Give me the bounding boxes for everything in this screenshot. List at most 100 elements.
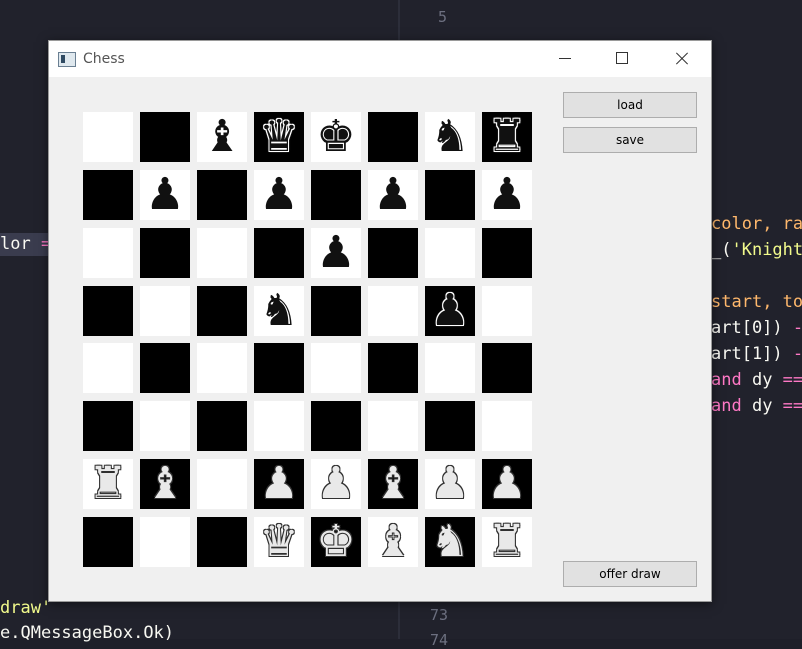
square-a6[interactable] <box>83 228 133 278</box>
square-h4[interactable] <box>482 343 532 393</box>
window-titlebar[interactable]: Chess <box>49 41 711 77</box>
editor-left-line-1[interactable]: lor = <box>0 234 51 254</box>
square-f8[interactable] <box>368 112 418 162</box>
black-knight-icon[interactable]: ♞ <box>259 285 298 336</box>
square-g6[interactable] <box>425 228 475 278</box>
square-g1[interactable]: ♞ <box>425 517 475 567</box>
offer-draw-button[interactable]: offer draw <box>563 561 697 587</box>
square-a4[interactable] <box>83 343 133 393</box>
black-knight-icon[interactable]: ♞ <box>430 111 469 162</box>
square-e1[interactable]: ♚ <box>311 517 361 567</box>
editor-right-line[interactable]: _('Knight <box>711 240 802 260</box>
square-c6[interactable] <box>197 228 247 278</box>
black-pawn-icon[interactable]: ♟ <box>487 169 526 220</box>
square-g4[interactable] <box>425 343 475 393</box>
white-rook-icon[interactable]: ♜ <box>487 516 526 567</box>
square-b4[interactable] <box>140 343 190 393</box>
square-a5[interactable] <box>83 286 133 336</box>
editor-right-line[interactable]: art[0]) - <box>711 318 802 338</box>
square-d1[interactable]: ♛ <box>254 517 304 567</box>
square-e2[interactable]: ♟ <box>311 459 361 509</box>
square-a8[interactable] <box>83 112 133 162</box>
square-h2[interactable]: ♟ <box>482 459 532 509</box>
square-b8[interactable] <box>140 112 190 162</box>
square-h7[interactable]: ♟ <box>482 170 532 220</box>
white-pawn-icon[interactable]: ♟ <box>259 458 298 509</box>
white-pawn-icon[interactable]: ♟ <box>430 458 469 509</box>
square-e3[interactable] <box>311 401 361 451</box>
square-e6[interactable]: ♟ <box>311 228 361 278</box>
square-g3[interactable] <box>425 401 475 451</box>
square-c3[interactable] <box>197 401 247 451</box>
square-e7[interactable] <box>311 170 361 220</box>
square-d3[interactable] <box>254 401 304 451</box>
square-d8[interactable]: ♛ <box>254 112 304 162</box>
white-pawn-icon[interactable]: ♟ <box>487 458 526 509</box>
square-c1[interactable] <box>197 517 247 567</box>
square-e4[interactable] <box>311 343 361 393</box>
white-bishop-icon[interactable]: ♝ <box>373 516 412 567</box>
black-rook-icon[interactable]: ♜ <box>487 111 526 162</box>
square-f7[interactable]: ♟ <box>368 170 418 220</box>
square-g5[interactable]: ♟ <box>425 286 475 336</box>
square-d2[interactable]: ♟ <box>254 459 304 509</box>
square-c5[interactable] <box>197 286 247 336</box>
editor-right-line[interactable]: color, ra <box>711 214 802 234</box>
square-f5[interactable] <box>368 286 418 336</box>
square-h8[interactable]: ♜ <box>482 112 532 162</box>
square-a2[interactable]: ♜ <box>83 459 133 509</box>
editor-left-line-3[interactable]: e.QMessageBox.Ok) <box>0 623 174 643</box>
square-b6[interactable] <box>140 228 190 278</box>
square-d6[interactable] <box>254 228 304 278</box>
white-queen-icon[interactable]: ♛ <box>259 516 298 567</box>
editor-right-line[interactable]: and dy == <box>711 396 802 416</box>
square-f1[interactable]: ♝ <box>368 517 418 567</box>
square-h5[interactable] <box>482 286 532 336</box>
square-h1[interactable]: ♜ <box>482 517 532 567</box>
black-pawn-icon[interactable]: ♟ <box>430 285 469 336</box>
square-a3[interactable] <box>83 401 133 451</box>
square-d7[interactable]: ♟ <box>254 170 304 220</box>
square-c7[interactable] <box>197 170 247 220</box>
square-d4[interactable] <box>254 343 304 393</box>
black-bishop-icon[interactable]: ♝ <box>202 111 241 162</box>
black-pawn-icon[interactable]: ♟ <box>259 169 298 220</box>
square-f4[interactable] <box>368 343 418 393</box>
editor-right-line[interactable]: art[1]) - <box>711 344 802 364</box>
square-d5[interactable]: ♞ <box>254 286 304 336</box>
black-queen-icon[interactable]: ♛ <box>259 111 298 162</box>
square-h6[interactable] <box>482 228 532 278</box>
close-icon[interactable] <box>658 41 704 77</box>
square-e5[interactable] <box>311 286 361 336</box>
editor-left-line-2[interactable]: draw' <box>0 598 51 618</box>
square-g7[interactable] <box>425 170 475 220</box>
square-c2[interactable] <box>197 459 247 509</box>
square-c4[interactable] <box>197 343 247 393</box>
square-c8[interactable]: ♝ <box>197 112 247 162</box>
square-f6[interactable] <box>368 228 418 278</box>
black-king-icon[interactable]: ♚ <box>316 111 355 162</box>
white-bishop-icon[interactable]: ♝ <box>145 458 184 509</box>
white-king-icon[interactable]: ♚ <box>316 516 355 567</box>
black-pawn-icon[interactable]: ♟ <box>145 169 184 220</box>
black-pawn-icon[interactable]: ♟ <box>316 227 355 278</box>
load-button[interactable]: load <box>563 92 697 118</box>
editor-right-line[interactable]: and dy == <box>711 370 802 390</box>
white-rook-icon[interactable]: ♜ <box>88 458 127 509</box>
save-button[interactable]: save <box>563 127 697 153</box>
white-knight-icon[interactable]: ♞ <box>430 516 469 567</box>
square-g8[interactable]: ♞ <box>425 112 475 162</box>
editor-right-line[interactable]: start, to <box>711 292 802 312</box>
square-b3[interactable] <box>140 401 190 451</box>
square-b7[interactable]: ♟ <box>140 170 190 220</box>
square-b1[interactable] <box>140 517 190 567</box>
square-b5[interactable] <box>140 286 190 336</box>
square-a1[interactable] <box>83 517 133 567</box>
minimize-icon[interactable] <box>542 41 588 77</box>
black-pawn-icon[interactable]: ♟ <box>373 169 412 220</box>
square-a7[interactable] <box>83 170 133 220</box>
white-bishop-icon[interactable]: ♝ <box>373 458 412 509</box>
square-f3[interactable] <box>368 401 418 451</box>
square-g2[interactable]: ♟ <box>425 459 475 509</box>
square-b2[interactable]: ♝ <box>140 459 190 509</box>
